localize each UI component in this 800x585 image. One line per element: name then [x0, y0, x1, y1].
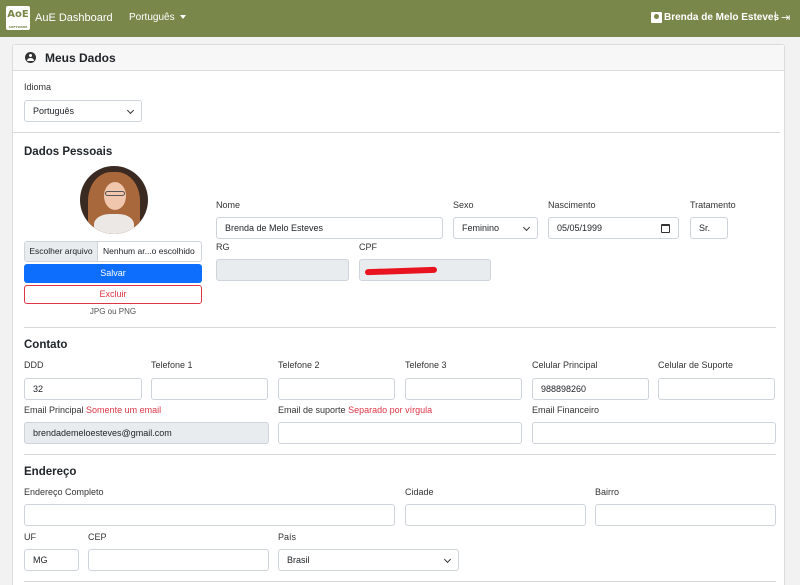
divider: [24, 327, 776, 328]
pais-value: Brasil: [287, 555, 310, 565]
file-type-hint: JPG ou PNG: [89, 307, 137, 316]
pais-select[interactable]: Brasil: [278, 549, 459, 571]
nav-separator: |: [774, 11, 777, 22]
email-suporte-label-text: Email de suporte: [278, 405, 346, 415]
card-title: Meus Dados: [45, 51, 116, 65]
profile-avatar: [80, 166, 148, 234]
email-principal-label: Email Principal Somente um email: [24, 405, 161, 415]
email-suporte-label: Email de suporte Separado por vírgula: [278, 405, 432, 415]
card-header: Meus Dados: [13, 45, 784, 71]
chevron-down-icon: [443, 555, 452, 564]
choose-file-button[interactable]: Escolher arquivo: [25, 242, 98, 261]
logo-subtext: SOFTWARE: [8, 25, 28, 29]
chevron-down-icon: [522, 223, 531, 232]
section-title-contato: Contato: [24, 339, 68, 351]
bairro-input[interactable]: [595, 504, 776, 526]
calendar-icon[interactable]: [661, 224, 670, 233]
celular-input[interactable]: 988898260: [532, 378, 649, 400]
nascimento-value: 05/05/1999: [557, 223, 603, 233]
cep-label: CEP: [88, 532, 107, 542]
idioma-value: Português: [33, 106, 75, 116]
redaction-mark: [364, 266, 438, 276]
section-title-endereco: Endereço: [24, 466, 77, 478]
telefone2-label: Telefone 2: [278, 360, 320, 370]
sexo-value: Feminino: [462, 223, 500, 233]
cidade-input[interactable]: [405, 504, 586, 526]
profile-card: Meus Dados Idioma Português Dados Pessoa…: [12, 44, 785, 585]
ddd-input[interactable]: 32: [24, 378, 142, 400]
divider: [24, 581, 776, 582]
email-suporte-hint: Separado por vírgula: [348, 405, 433, 415]
ddd-label: DDD: [24, 360, 44, 370]
user-name-link[interactable]: Brenda de Melo Esteves: [664, 12, 779, 23]
chevron-down-icon: [126, 106, 135, 115]
sexo-label: Sexo: [453, 200, 474, 210]
nascimento-input[interactable]: 05/05/1999: [548, 217, 679, 239]
pais-label: País: [278, 532, 297, 542]
telefone1-input[interactable]: [151, 378, 268, 400]
file-input[interactable]: Escolher arquivo Nenhum ar...o escolhido: [24, 241, 202, 262]
idioma-label: Idioma: [24, 82, 52, 92]
uf-label: UF: [24, 532, 36, 542]
save-button[interactable]: Salvar: [24, 264, 202, 283]
rg-input: [216, 259, 349, 281]
bairro-label: Bairro: [595, 487, 620, 497]
nome-label: Nome: [216, 200, 241, 210]
uf-input[interactable]: MG: [24, 549, 79, 571]
telefone2-input[interactable]: [278, 378, 395, 400]
cpf-input: [359, 259, 491, 281]
logout-icon[interactable]: ⇥: [781, 11, 790, 24]
logo-text: AoE: [7, 9, 29, 20]
brand-name[interactable]: AuE Dashboard: [35, 12, 113, 24]
telefone3-input[interactable]: [405, 378, 522, 400]
celular-suporte-label: Celular de Suporte: [658, 360, 734, 370]
telefone3-label: Telefone 3: [405, 360, 447, 370]
language-dropdown[interactable]: Português: [129, 12, 186, 23]
delete-button[interactable]: Excluir: [24, 285, 202, 304]
user-circle-icon: [25, 52, 36, 63]
divider: [24, 454, 776, 455]
brand-logo[interactable]: AoE SOFTWARE: [6, 6, 30, 30]
tratamento-input[interactable]: Sr.: [690, 217, 728, 239]
email-principal-label-text: Email Principal: [24, 405, 84, 415]
nascimento-label: Nascimento: [548, 200, 596, 210]
idioma-select[interactable]: Português: [24, 100, 142, 122]
celular-label: Celular Principal: [532, 360, 598, 370]
top-navbar: AoE SOFTWARE AuE Dashboard Português Bre…: [0, 0, 800, 37]
email-suporte-input[interactable]: [278, 422, 522, 444]
file-name-text: Nenhum ar...o escolhido: [103, 246, 195, 256]
cep-input[interactable]: [88, 549, 269, 571]
endereco-completo-label: Endereço Completo: [24, 487, 104, 497]
email-financeiro-label: Email Financeiro: [532, 405, 600, 415]
endereco-completo-input[interactable]: [24, 504, 395, 526]
tratamento-label: Tratamento: [690, 200, 736, 210]
user-card-icon: [651, 12, 662, 23]
language-label: Português: [129, 12, 175, 23]
cpf-label: CPF: [359, 242, 377, 252]
nome-input[interactable]: Brenda de Melo Esteves: [216, 217, 443, 239]
celular-suporte-input[interactable]: [658, 378, 775, 400]
telefone1-label: Telefone 1: [151, 360, 193, 370]
cidade-label: Cidade: [405, 487, 434, 497]
divider: [13, 132, 780, 133]
email-financeiro-input[interactable]: [532, 422, 776, 444]
email-principal-input: brendademeloesteves@gmail.com: [24, 422, 269, 444]
email-principal-hint: Somente um email: [86, 405, 162, 415]
section-title-dados-pessoais: Dados Pessoais: [24, 146, 113, 158]
sexo-select[interactable]: Feminino: [453, 217, 538, 239]
rg-label: RG: [216, 242, 230, 252]
caret-down-icon: [179, 15, 186, 19]
